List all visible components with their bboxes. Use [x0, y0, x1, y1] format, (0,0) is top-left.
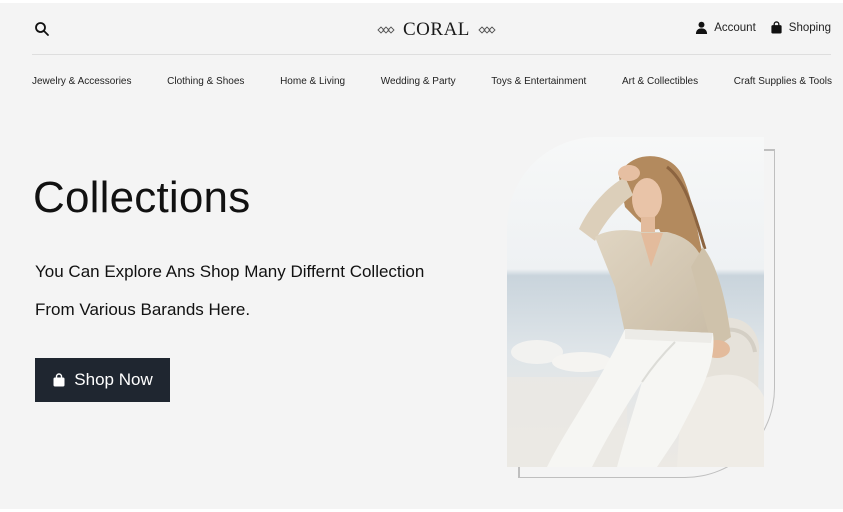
- account-link[interactable]: Account: [695, 21, 756, 34]
- logo[interactable]: CORAL: [377, 18, 496, 42]
- nav-item-home[interactable]: Home & Living: [280, 76, 345, 87]
- logo-ornament-icon: [377, 26, 395, 34]
- nav-item-jewelry[interactable]: Jewelry & Accessories: [32, 76, 131, 87]
- nav-item-toys[interactable]: Toys & Entertainment: [491, 76, 586, 87]
- image-frame-outline-bottom: [518, 466, 520, 478]
- shop-now-label: Shop Now: [74, 370, 153, 389]
- category-nav: Jewelry & Accessories Clothing & Shoes H…: [32, 73, 832, 89]
- search-icon[interactable]: [34, 21, 50, 37]
- hero-subtitle-line1: You Can Explore Ans Shop Many Differnt C…: [35, 262, 425, 281]
- shopping-label: Shoping: [788, 21, 831, 34]
- hero-subtitle: You Can Explore Ans Shop Many Differnt C…: [35, 253, 475, 329]
- hero-subtitle-line2: From Various Barands Here.: [35, 300, 251, 319]
- shopping-link[interactable]: Shoping: [770, 21, 831, 34]
- logo-ornament-icon: [478, 26, 496, 34]
- header-actions: Account Shoping: [695, 21, 831, 34]
- bag-icon: [53, 373, 65, 387]
- hero-image: [507, 137, 764, 467]
- hero-title: Collections: [33, 173, 251, 222]
- user-icon: [696, 21, 708, 34]
- header: CORAL Account Shoping: [32, 3, 831, 55]
- nav-item-wedding[interactable]: Wedding & Party: [381, 76, 456, 87]
- bag-icon: [771, 21, 782, 34]
- nav-item-clothing[interactable]: Clothing & Shoes: [167, 76, 244, 87]
- page: CORAL Account Shoping Jewelry & Accessor…: [0, 3, 843, 509]
- nav-item-art[interactable]: Art & Collectibles: [622, 76, 698, 87]
- logo-text: CORAL: [403, 19, 470, 40]
- account-label: Account: [714, 21, 756, 34]
- shop-now-button[interactable]: Shop Now: [35, 358, 170, 402]
- hero-photo-illustration: [507, 137, 764, 467]
- nav-item-craft[interactable]: Craft Supplies & Tools: [734, 76, 832, 87]
